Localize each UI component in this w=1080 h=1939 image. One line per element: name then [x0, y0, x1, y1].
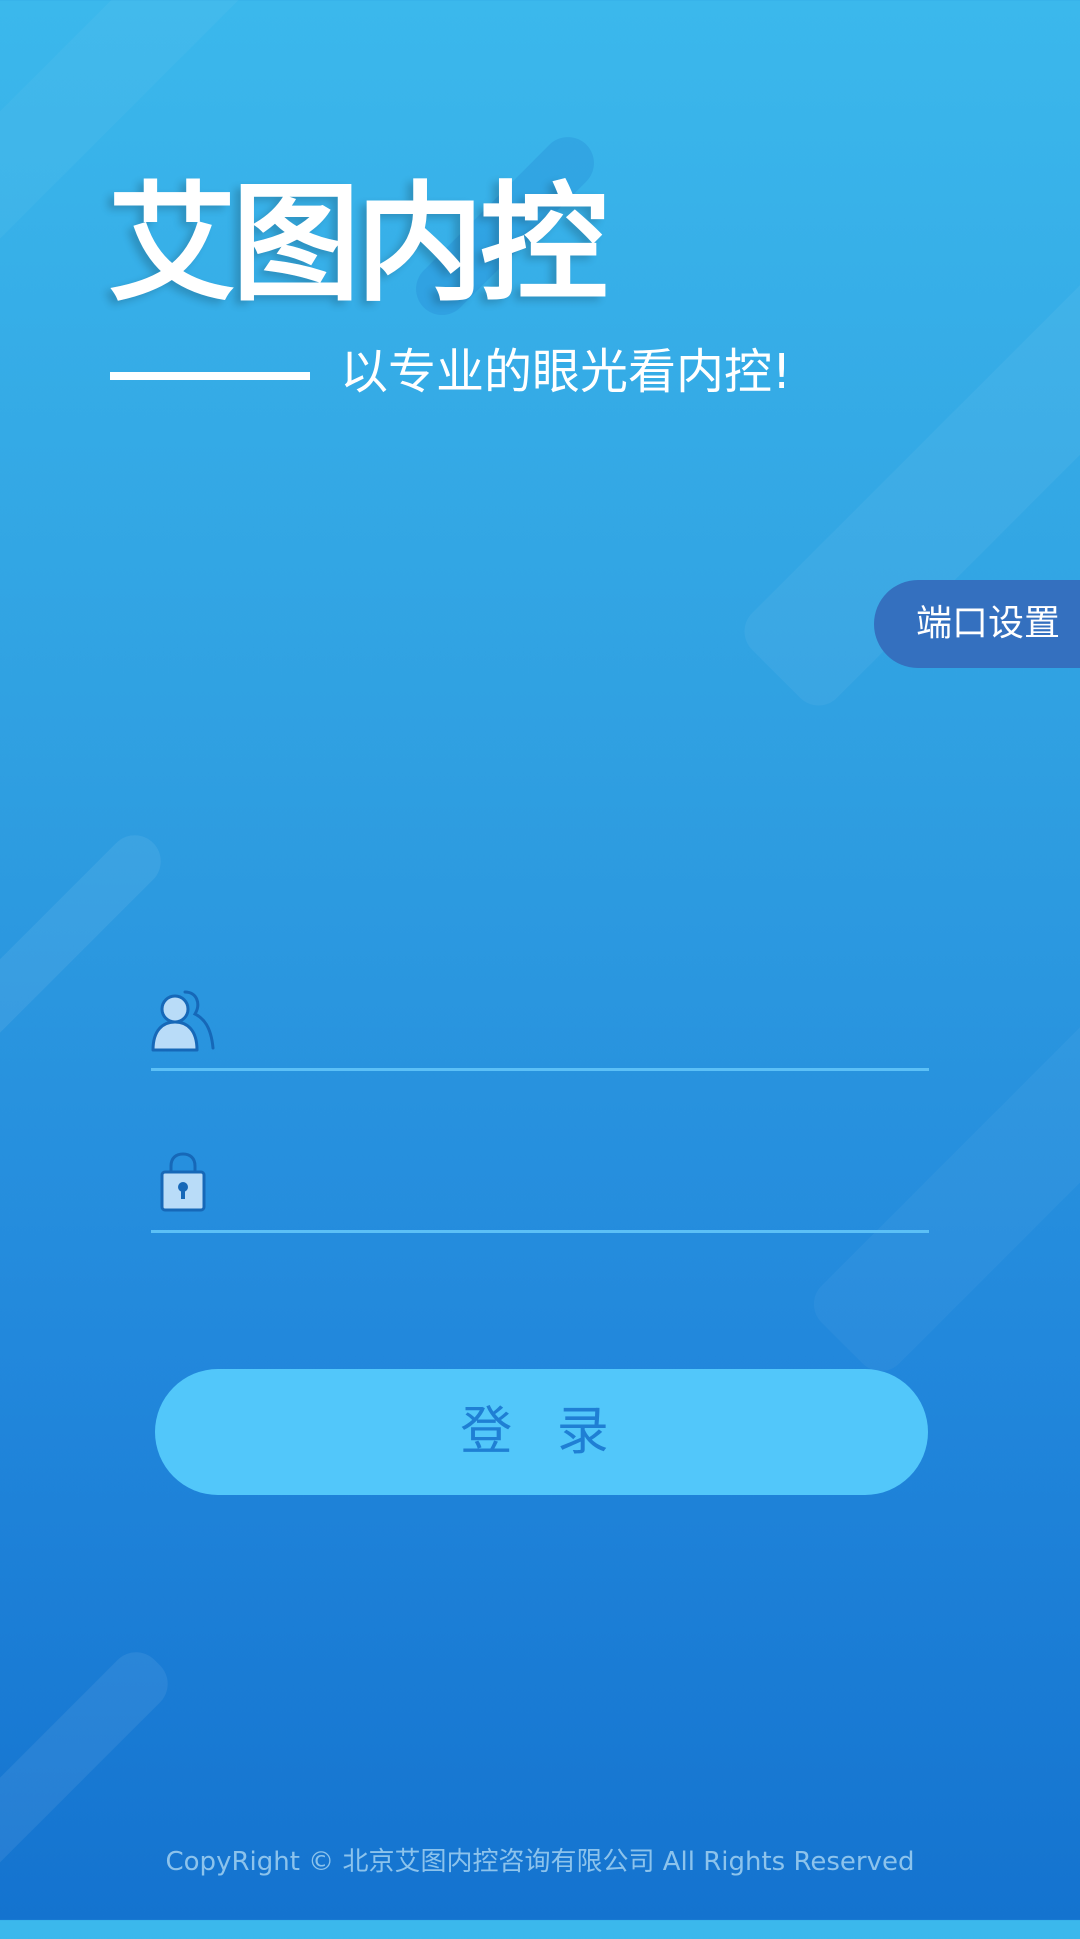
password-field[interactable]	[151, 1150, 929, 1233]
user-icon	[151, 988, 215, 1052]
background-stripe	[0, 1641, 179, 1939]
app-title: 艾图内控	[108, 170, 608, 319]
password-input[interactable]	[241, 1156, 925, 1218]
port-settings-button[interactable]: 端口设置	[874, 580, 1080, 668]
slogan-divider	[110, 372, 310, 380]
background-stripe	[803, 908, 1080, 1382]
copyright-footer: CopyRight © 北京艾图内控咨询有限公司 All Rights Rese…	[165, 1847, 915, 1877]
username-field[interactable]	[151, 988, 929, 1071]
slogan-text: 以专业的眼光看内控!	[340, 344, 792, 400]
background-stripe	[0, 824, 172, 1088]
lock-icon	[151, 1150, 215, 1214]
username-input[interactable]	[241, 994, 925, 1056]
login-button[interactable]: 登 录	[155, 1369, 928, 1495]
